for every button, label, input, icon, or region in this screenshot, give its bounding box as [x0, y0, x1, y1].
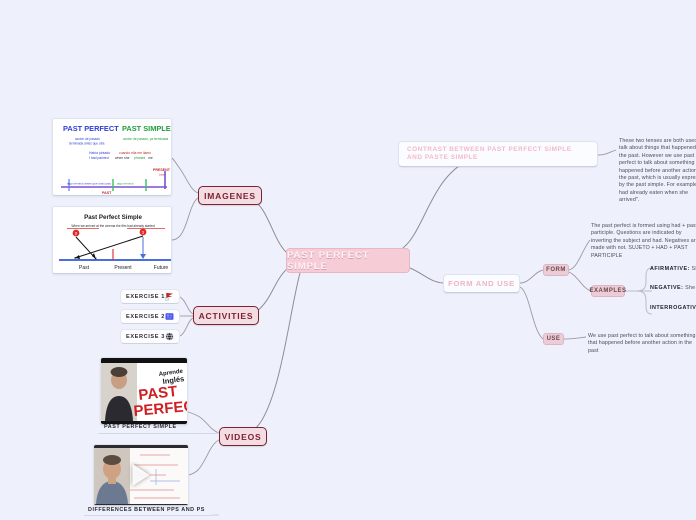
use-label: USE: [546, 336, 561, 342]
video-2-caption: DIFFERENCES BETWEEN PPS AND PS: [88, 507, 205, 513]
contrast-label-line1: CONTRAST BETWEEN PAST PERFECT SIMPLE: [407, 145, 572, 153]
timeline-graphic: Past Perfect Simple When we arrived at t…: [53, 207, 171, 273]
video-thumbnail-past-perfect-simple[interactable]: Aprende Inglés PAST PERFECT: [100, 357, 188, 425]
svg-text:Past: Past: [79, 265, 90, 271]
svg-text:me: me: [148, 156, 153, 160]
example-affirmative-key: AFIRMATIVE:: [650, 266, 690, 272]
video-2-caption-rule: [84, 515, 212, 516]
central-topic-node[interactable]: PAST PERFECT SIMPLE: [286, 248, 410, 273]
svg-text:terminada antes que otra: terminada antes que otra: [69, 142, 105, 146]
globe-icon: [165, 332, 174, 341]
node-form[interactable]: FORM: [543, 264, 569, 276]
central-topic-label: PAST PERFECT SIMPLE: [287, 249, 370, 272]
list-item-exercise-3[interactable]: EXERCISE 3: [120, 329, 180, 344]
comparison-chart-graphic: PAST PERFECT - PAST SIMPLE acción de pas…: [53, 119, 171, 195]
play-button-icon[interactable]: [132, 464, 150, 486]
svg-text:PRESENT: PRESENT: [153, 168, 171, 172]
exercise-2-label: EXERCISE 2: [126, 313, 165, 320]
svg-text:PAST PERFECT: PAST PERFECT: [63, 124, 119, 133]
svg-text:x: x: [74, 255, 76, 260]
svg-text:phoned: phoned: [134, 156, 145, 160]
node-use[interactable]: USE: [543, 333, 564, 345]
example-negative-value: She had not visited her parents: [685, 285, 696, 291]
use-note-text: We use past perfect to talk about someth…: [588, 333, 696, 354]
examples-label: EXAMPLES: [589, 288, 627, 294]
list-item-exercise-1[interactable]: EXERCISE 1: [120, 289, 180, 304]
node-activities[interactable]: ACTIVITIES: [193, 306, 259, 325]
contrast-note-text: These two tenses are both used to talk a…: [619, 138, 696, 204]
svg-text:PAST: PAST: [102, 191, 112, 195]
exercise-3-label: EXERCISE 3: [126, 333, 165, 340]
svg-text:Había pintado: Había pintado: [89, 151, 110, 155]
svg-text:algo terminó antes que otra co: algo terminó antes que otra cosa: [67, 182, 111, 186]
svg-text:Past Perfect Simple: Past Perfect Simple: [84, 214, 142, 221]
activities-label: ACTIVITIES: [198, 310, 254, 321]
svg-text:algo terminó: algo terminó: [117, 182, 134, 186]
imagenes-label: IMAGENES: [204, 190, 256, 201]
example-interrogative-key: INTERROGATIVE:: [650, 305, 696, 311]
example-affirmative-value: She had visited her parents: [691, 266, 696, 272]
mindmap-canvas: PAST PERFECT SIMPLE CONTRAST BETWEEN PAS…: [0, 0, 696, 520]
exercise-1-label: EXERCISE 1: [126, 293, 165, 300]
form-note-text: The past perfect is formed using had + p…: [591, 223, 696, 259]
image-past-perfect-simple-timeline[interactable]: Past Perfect Simple When we arrived at t…: [52, 206, 172, 274]
node-form-and-use[interactable]: FORM AND USE: [443, 274, 520, 293]
red-flag-icon: [165, 292, 174, 301]
svg-text:Future: Future: [154, 265, 169, 271]
video-1-graphic: Aprende Inglés PAST PERFECT: [101, 358, 187, 424]
video-thumbnail-differences[interactable]: [93, 444, 189, 506]
example-interrogative: INTERROGATIVE: Had she visited her paren…: [650, 305, 696, 311]
blue-square-icon: [165, 313, 174, 320]
svg-text:when she: when she: [115, 156, 130, 160]
svg-text:PAST SIMPLE: PAST SIMPLE: [122, 124, 171, 133]
image-past-perfect-vs-past-simple[interactable]: PAST PERFECT - PAST SIMPLE acción de pas…: [52, 118, 172, 196]
video-1-caption-rule: [98, 433, 216, 434]
svg-text:I had painted: I had painted: [89, 156, 109, 160]
contrast-label-line2: AND PASTE SIMPLE: [407, 154, 478, 161]
svg-text:Present: Present: [114, 265, 132, 271]
node-imagenes[interactable]: IMAGENES: [198, 186, 262, 205]
node-examples[interactable]: EXAMPLES: [589, 285, 627, 297]
svg-text:x: x: [95, 256, 97, 261]
node-contrast-between-tenses[interactable]: CONTRAST BETWEEN PAST PERFECT SIMPLE AND…: [398, 141, 598, 167]
svg-text:When we arrived at the cinema: When we arrived at the cinema the film h…: [71, 224, 154, 228]
svg-text:acción de pasado, ya terminada: acción de pasado, ya terminada: [123, 137, 168, 141]
node-videos[interactable]: VIDEOS: [219, 427, 267, 446]
svg-text:cuando ella me llamó: cuando ella me llamó: [119, 151, 151, 155]
example-negative-key: NEGATIVE:: [650, 285, 684, 291]
video-1-caption: PAST PERFECT SIMPLE: [104, 424, 177, 430]
form-and-use-label: FORM AND USE: [448, 279, 515, 288]
example-negative: NEGATIVE: She had not visited her parent…: [650, 285, 696, 291]
list-item-exercise-2[interactable]: EXERCISE 2: [120, 309, 180, 324]
videos-label: VIDEOS: [224, 431, 262, 442]
svg-text:acción de pasado: acción de pasado: [75, 137, 100, 141]
example-affirmative: AFIRMATIVE: She had visited her parents: [650, 266, 696, 272]
form-label: FORM: [546, 267, 566, 273]
